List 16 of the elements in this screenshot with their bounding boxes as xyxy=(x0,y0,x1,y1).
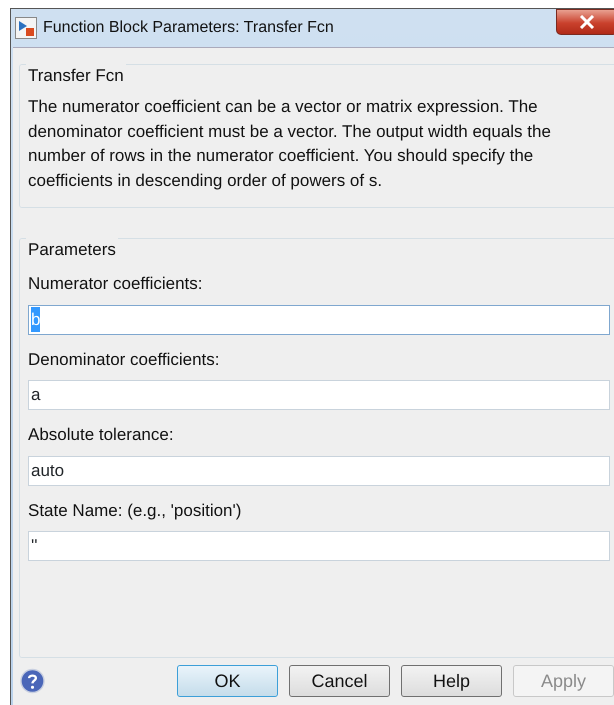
field-label: State Name: (e.g., 'position') xyxy=(28,500,242,522)
simulink-block-icon xyxy=(15,17,37,39)
input-field[interactable]: a xyxy=(28,380,610,410)
close-icon xyxy=(579,15,595,29)
input-field[interactable]: auto xyxy=(28,456,610,486)
field-label: Numerator coefficients: xyxy=(28,273,204,295)
help-icon[interactable] xyxy=(20,668,45,694)
close-button[interactable] xyxy=(556,9,614,35)
dialog-button[interactable]: Help xyxy=(400,665,502,698)
window-title: Function Block Parameters: Transfer Fcn xyxy=(43,18,334,38)
field-label: Denominator coefficients: xyxy=(28,348,221,370)
dialog-button[interactable]: Cancel xyxy=(288,665,390,698)
field-label: Absolute tolerance: xyxy=(28,424,175,446)
description-text: The numerator coefficient can be a vector or matrix expression. The denominator coefficient must be a vector. The output width equals the number of rows in the numerator coefficient. You should specify the coefficients in descending order of powers of s. xyxy=(28,96,552,192)
input-field[interactable]: '' xyxy=(28,531,610,561)
dialog-button[interactable]: OK xyxy=(176,665,278,698)
